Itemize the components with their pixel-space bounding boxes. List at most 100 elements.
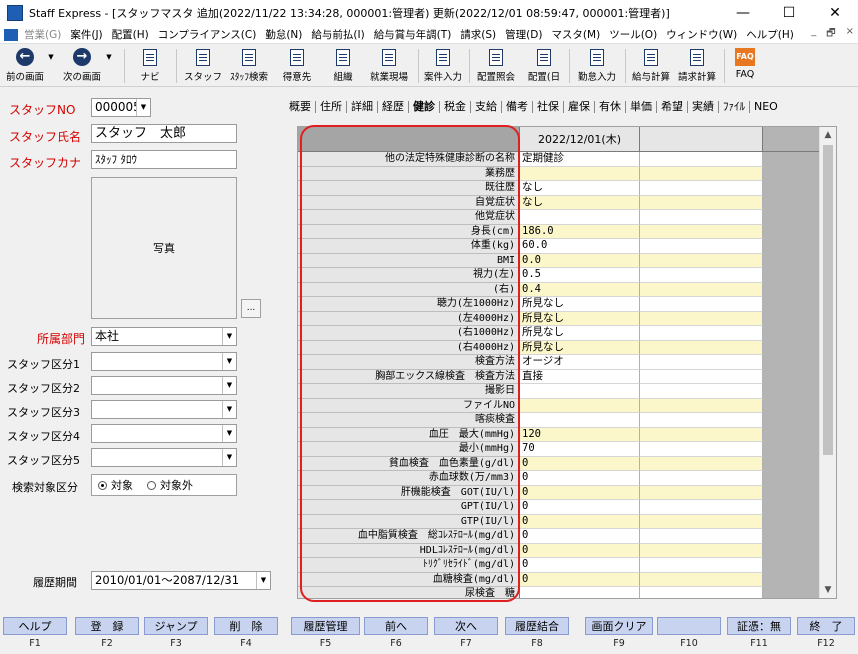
row-empty-cell[interactable] [640,326,763,341]
grid-column-date[interactable]: 2022/12/01(木) [520,127,640,152]
menu-attendance[interactable]: 勤怠(N) [265,27,302,42]
row-empty-cell[interactable] [640,224,763,239]
row-value-cell[interactable]: 0.0 [520,253,640,268]
fkey-f4-button[interactable]: 削 除 [214,617,278,635]
menu-billing[interactable]: 請求(S) [460,27,496,42]
row-empty-cell[interactable] [640,311,763,326]
class1-select[interactable]: ▼ [91,352,237,371]
row-empty-cell[interactable] [640,210,763,225]
row-empty-cell[interactable] [640,384,763,399]
radio-target[interactable] [98,480,107,490]
menu-sales[interactable]: 営業(G) [24,27,61,42]
tab-unit-price[interactable]: 単価 [626,101,657,113]
row-value-cell[interactable]: 0 [520,500,640,515]
payroll-calc-button[interactable]: 給与計算 [629,47,673,85]
row-empty-cell[interactable] [640,572,763,587]
row-value-cell[interactable]: 所見なし [520,297,640,312]
row-value-cell[interactable] [520,210,640,225]
row-empty-cell[interactable] [640,253,763,268]
row-empty-cell[interactable] [640,152,763,167]
attendance-input-button[interactable]: 勤怠入力 [574,47,620,85]
fkey-f9-button[interactable]: 画面クリア [585,617,653,635]
menu-advance-pay[interactable]: 給与前払(I) [311,27,364,42]
tab-detail[interactable]: 詳細 [347,101,378,113]
row-value-cell[interactable] [520,384,640,399]
row-empty-cell[interactable] [640,297,763,312]
radio-non-target[interactable] [147,480,156,490]
fkey-f1-button[interactable]: ヘルプ [3,617,67,635]
row-value-cell[interactable]: 0.5 [520,268,640,283]
row-value-cell[interactable]: なし [520,181,640,196]
row-value-cell[interactable]: 0 [520,485,640,500]
history-period-select[interactable]: 2010/01/01～2087/12/31 ▼ [91,571,271,590]
row-empty-cell[interactable] [640,471,763,486]
row-value-cell[interactable]: 0 [520,543,640,558]
menu-salary[interactable]: 給与賞与年調(T) [374,27,452,42]
row-empty-cell[interactable] [640,166,763,181]
photo-browse-button[interactable]: ... [241,299,261,318]
row-value-cell[interactable]: 所見なし [520,326,640,341]
billing-calc-button[interactable]: 請求計算 [675,47,719,85]
fkey-f8-button[interactable]: 履歴結合 [505,617,569,635]
tab-career[interactable]: 経歴 [378,101,409,113]
staff-name-field[interactable]: スタッフ 太郎 [91,124,237,143]
row-empty-cell[interactable] [640,340,763,355]
forward-history-dropdown[interactable]: ▼ [105,47,113,85]
scroll-up-icon[interactable]: ▲ [820,127,836,143]
row-value-cell[interactable]: 120 [520,427,640,442]
menu-tools[interactable]: ツール(O) [609,27,657,42]
row-value-cell[interactable]: 0 [520,529,640,544]
navi-button[interactable]: ナビ [133,47,167,85]
scroll-down-icon[interactable]: ▼ [820,582,836,598]
row-value-cell[interactable] [520,398,640,413]
back-button[interactable]: ← 前の画面 [4,47,46,85]
row-value-cell[interactable]: 所見なし [520,311,640,326]
row-empty-cell[interactable] [640,456,763,471]
row-empty-cell[interactable] [640,485,763,500]
tab-tax[interactable]: 税金 [440,101,471,113]
row-value-cell[interactable] [520,587,640,598]
fkey-f11-button[interactable]: 証憑：無 [727,617,791,635]
mdi-minimize-button[interactable]: _ [811,26,816,43]
fkey-f3-button[interactable]: ジャンプ [144,617,208,635]
fkey-f12-button[interactable]: 終 了 [797,617,855,635]
row-value-cell[interactable]: 定期健診 [520,152,640,167]
tab-preference[interactable]: 希望 [657,101,688,113]
row-value-cell[interactable]: 0 [520,471,640,486]
fkey-f5-button[interactable]: 履歴管理 [291,617,360,635]
tab-notes[interactable]: 備考 [502,101,533,113]
row-empty-cell[interactable] [640,529,763,544]
fkey-f10-button[interactable] [657,617,721,635]
row-value-cell[interactable]: 186.0 [520,224,640,239]
menu-master[interactable]: マスタ(M) [551,27,600,42]
close-button[interactable]: ✕ [812,0,858,26]
row-empty-cell[interactable] [640,587,763,598]
row-empty-cell[interactable] [640,558,763,573]
row-empty-cell[interactable] [640,442,763,457]
row-value-cell[interactable]: 直接 [520,369,640,384]
staff-button[interactable]: スタッフ [184,47,222,85]
row-empty-cell[interactable] [640,500,763,515]
row-empty-cell[interactable] [640,282,763,297]
tab-employment-insurance[interactable]: 雇保 [564,101,595,113]
row-value-cell[interactable]: なし [520,195,640,210]
row-value-cell[interactable]: 0 [520,456,640,471]
row-value-cell[interactable]: 0 [520,558,640,573]
tab-file[interactable]: ﾌｧｲﾙ [719,101,750,113]
fkey-f6-button[interactable]: 前へ [364,617,428,635]
fkey-f2-button[interactable]: 登 録 [75,617,139,635]
menu-compliance[interactable]: コンプライアンス(C) [158,27,257,42]
row-value-cell[interactable]: 0.4 [520,282,640,297]
mdi-child-icon[interactable] [4,28,18,41]
menu-help[interactable]: ヘルプ(H) [746,27,794,42]
row-value-cell[interactable]: 所見なし [520,340,640,355]
tab-overview[interactable]: 概要 [285,101,316,113]
row-empty-cell[interactable] [640,239,763,254]
menu-project[interactable]: 案件(J) [70,27,102,42]
row-empty-cell[interactable] [640,514,763,529]
row-value-cell[interactable]: 60.0 [520,239,640,254]
class3-select[interactable]: ▼ [91,400,237,419]
class2-select[interactable]: ▼ [91,376,237,395]
tab-address[interactable]: 住所 [316,101,347,113]
worksite-button[interactable]: 就業現場 [366,47,412,85]
